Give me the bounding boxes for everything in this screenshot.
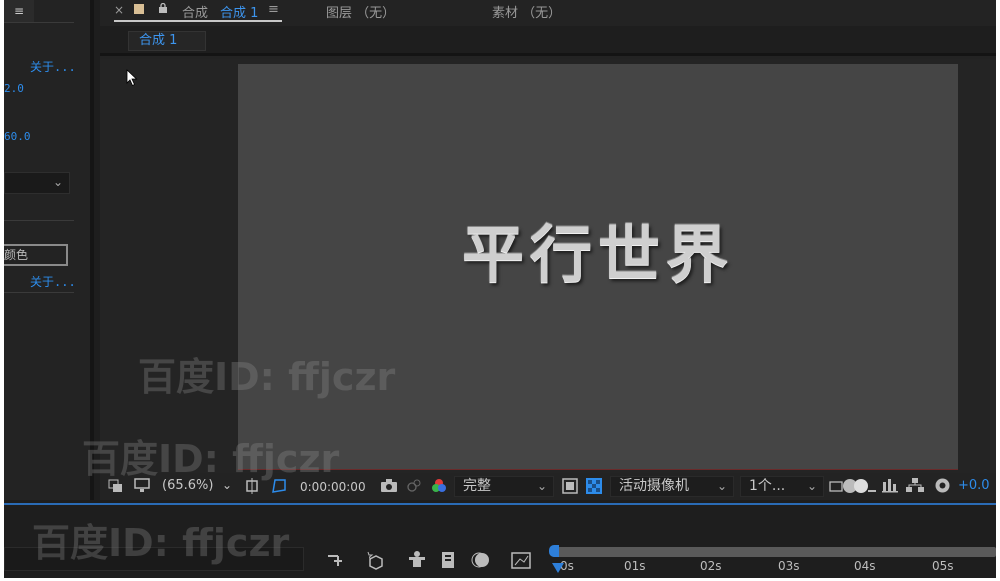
- transparency-grid-icon[interactable]: [586, 478, 602, 494]
- panel-menu-icon[interactable]: ≡: [4, 0, 34, 22]
- tab-footage[interactable]: 素材 （无）: [492, 2, 561, 21]
- graph-editor-icon[interactable]: [510, 549, 532, 571]
- tab-layer[interactable]: 图层 （无）: [326, 2, 395, 21]
- effect-controls-panel: ≡ 关于... 2.0 60.0 ⌄ 颜色 关于...: [4, 0, 94, 500]
- composition-viewer[interactable]: 平行世界: [100, 59, 996, 473]
- motion-blur-icon[interactable]: [470, 549, 492, 571]
- comp-color-swatch: [134, 4, 144, 14]
- hide-shy-layers-icon[interactable]: [406, 549, 428, 571]
- about-link[interactable]: 关于...: [30, 58, 76, 75]
- camera-value: 活动摄像机: [619, 478, 689, 494]
- camera-dropdown[interactable]: 活动摄像机 ⌄: [610, 476, 734, 497]
- color-field[interactable]: 颜色: [4, 244, 68, 266]
- work-area-start-handle[interactable]: [549, 545, 559, 557]
- exposure-value[interactable]: +0.0: [958, 478, 990, 493]
- active-tab-indicator: [114, 20, 282, 22]
- frame-blending-icon[interactable]: [438, 549, 460, 571]
- tab-composition-name[interactable]: 合成 1: [220, 2, 258, 21]
- watermark: 百度ID: ffjczr: [82, 437, 340, 481]
- effect-dropdown[interactable]: ⌄: [4, 172, 70, 194]
- divider: [4, 292, 74, 293]
- 3d-renderer-icon[interactable]: [828, 477, 878, 495]
- reset-exposure-icon[interactable]: [934, 477, 951, 494]
- flowchart-bars-icon[interactable]: [882, 478, 898, 493]
- composition-navigator: 合成 1: [100, 26, 996, 56]
- view-layout-value: 1个...: [749, 478, 786, 494]
- time-ruler-label: 03s: [778, 559, 800, 573]
- time-ruler-label: 02s: [700, 559, 722, 573]
- panel-tab-bar: × 合成 合成 1 ≡ 图层 （无） 素材 （无）: [100, 0, 996, 24]
- lock-icon[interactable]: [158, 3, 168, 13]
- close-icon[interactable]: ×: [114, 3, 124, 17]
- camera-snapshot-icon[interactable]: [380, 478, 398, 493]
- show-snapshot-icon[interactable]: [406, 478, 422, 493]
- target-region-icon[interactable]: [562, 478, 578, 494]
- canvas-title-text: 平行世界: [461, 218, 734, 291]
- chevron-down-icon: ⌄: [536, 479, 547, 493]
- composition-flowchart-icon[interactable]: [326, 549, 348, 571]
- work-area-bar[interactable]: [552, 547, 996, 557]
- watermark: 百度ID: ffjczr: [138, 355, 396, 399]
- time-ruler-label: 05s: [932, 559, 954, 573]
- resolution-value: 完整: [463, 478, 491, 494]
- chevron-down-icon: ⌄: [716, 479, 727, 493]
- time-ruler-label: 04s: [854, 559, 876, 573]
- about-link[interactable]: 关于...: [30, 273, 76, 290]
- chevron-down-icon: ⌄: [52, 175, 63, 189]
- resolution-dropdown[interactable]: 完整 ⌄: [454, 476, 554, 497]
- divider: [4, 22, 74, 23]
- comp-breadcrumb[interactable]: 合成 1: [128, 31, 206, 51]
- flowchart-icon[interactable]: [906, 478, 924, 493]
- chevron-down-icon: ⌄: [806, 479, 817, 493]
- time-ruler-label: 01s: [624, 559, 646, 573]
- view-layout-dropdown[interactable]: 1个... ⌄: [740, 476, 824, 497]
- panel-focus-border: [4, 503, 996, 505]
- divider: [4, 220, 74, 221]
- canvas-border: [238, 469, 958, 470]
- composition-panel: × 合成 合成 1 ≡ 图层 （无） 素材 （无） 合成 1 平行世界 (65.…: [100, 0, 996, 500]
- tab-menu-icon[interactable]: ≡: [268, 2, 279, 17]
- tab-composition-prefix[interactable]: 合成: [182, 2, 208, 21]
- watermark: 百度ID: ffjczr: [32, 521, 290, 565]
- composition-canvas[interactable]: 平行世界: [238, 64, 958, 469]
- current-time-indicator[interactable]: [552, 563, 564, 573]
- draft-3d-icon[interactable]: [364, 549, 386, 571]
- effect-value-2[interactable]: 60.0: [4, 130, 31, 143]
- app-window: ≡ 关于... 2.0 60.0 ⌄ 颜色 关于... × 合成 合成 1 ≡ …: [4, 0, 996, 578]
- mouse-cursor-icon: [126, 69, 138, 87]
- color-channels-icon[interactable]: [430, 477, 448, 495]
- effect-value-1[interactable]: 2.0: [4, 82, 24, 95]
